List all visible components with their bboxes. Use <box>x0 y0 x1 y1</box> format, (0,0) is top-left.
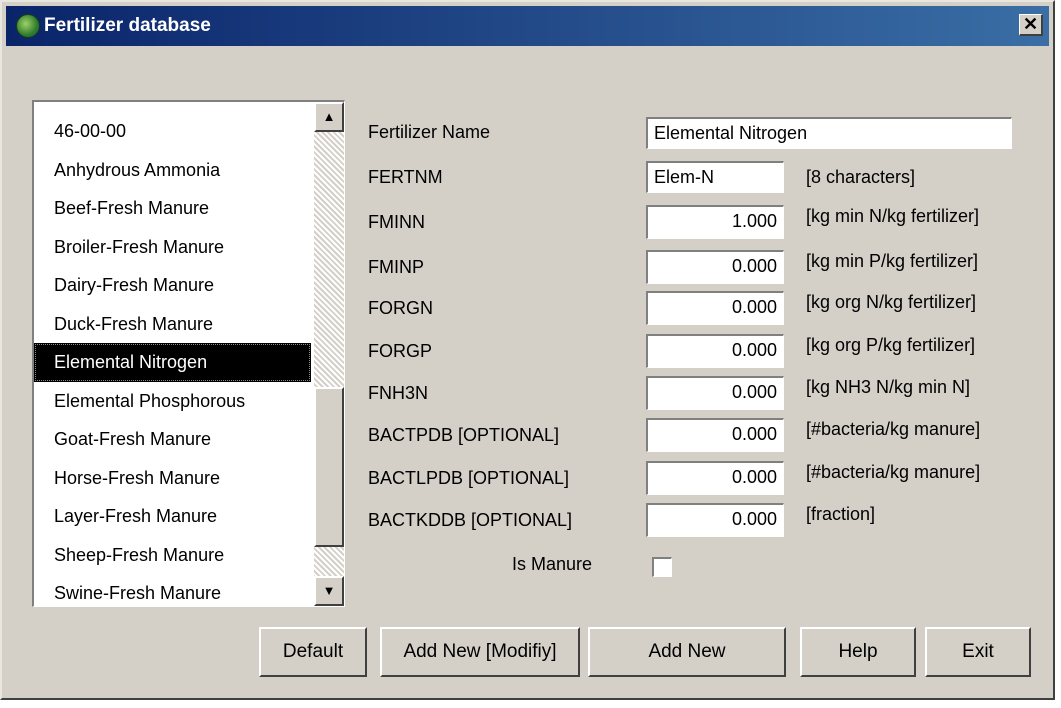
forgp-field[interactable]: 0.000 <box>646 334 784 368</box>
list-item[interactable]: 46-00-00 <box>34 112 311 151</box>
bactlpdb-unit: [#bacteria/kg manure] <box>806 462 981 482</box>
fnh3n-unit: [kg NH3 N/kg min N] <box>806 377 971 397</box>
list-item[interactable]: Layer-Fresh Manure <box>34 497 311 536</box>
list-item[interactable]: Elemental Phosphorous <box>34 382 311 421</box>
fertnm-unit: [8 characters] <box>806 167 916 187</box>
title-bar[interactable]: Fertilizer database ✕ <box>6 6 1049 46</box>
forgp-label: FORGP <box>368 341 433 361</box>
list-item[interactable]: Duck-Fresh Manure <box>34 305 311 344</box>
list-item[interactable]: Swine-Fresh Manure <box>34 574 311 606</box>
is-manure-checkbox[interactable] <box>652 557 672 577</box>
default-button[interactable]: Default <box>259 627 367 677</box>
bactpdb-label: BACTPDB [OPTIONAL] <box>368 425 560 445</box>
bactpdb-field[interactable]: 0.000 <box>646 418 784 452</box>
fertilizer-list: 46-00-00 Anhydrous Ammonia Beef-Fresh Manu… <box>34 112 311 606</box>
fminp-field[interactable]: 0.000 <box>646 250 784 284</box>
forgp-unit: [kg org P/kg fertilizer] <box>806 335 976 355</box>
bactlpdb-field[interactable]: 0.000 <box>646 461 784 495</box>
fertnm-field[interactable]: Elem-N <box>646 161 784 193</box>
list-item[interactable]: Elemental Nitrogen <box>34 343 311 382</box>
forgn-unit: [kg org N/kg fertilizer] <box>806 292 977 312</box>
fminp-unit: [kg min P/kg fertilizer] <box>806 251 979 271</box>
fertilizer-name-field[interactable]: Elemental Nitrogen <box>646 117 1012 149</box>
arrow-down-icon: ▼ <box>322 583 336 598</box>
fnh3n-field[interactable]: 0.000 <box>646 376 784 410</box>
forgn-label: FORGN <box>368 298 433 318</box>
bactkddb-field[interactable]: 0.000 <box>646 503 784 537</box>
list-item[interactable]: Anhydrous Ammonia <box>34 151 311 190</box>
scroll-thumb[interactable] <box>314 387 344 547</box>
add-new-modify-button[interactable]: Add New [Modifiy] <box>380 627 580 677</box>
fminp-label: FMINP <box>368 257 424 277</box>
close-icon: ✕ <box>1022 14 1039 34</box>
fminn-field[interactable]: 1.000 <box>646 205 784 239</box>
help-button[interactable]: Help <box>800 627 916 677</box>
is-manure-label: Is Manure <box>512 554 593 574</box>
close-button[interactable]: ✕ <box>1019 14 1043 36</box>
scroll-down-button[interactable]: ▼ <box>314 576 344 606</box>
list-item[interactable]: Broiler-Fresh Manure <box>34 228 311 267</box>
scroll-up-button[interactable]: ▲ <box>314 102 344 132</box>
fminn-label: FMINN <box>368 212 425 232</box>
bactkddb-label: BACTKDDB [OPTIONAL] <box>368 510 573 530</box>
list-item[interactable]: Horse-Fresh Manure <box>34 459 311 498</box>
fertnm-label: FERTNM <box>368 167 443 187</box>
forgn-field[interactable]: 0.000 <box>646 291 784 325</box>
list-item[interactable]: Dairy-Fresh Manure <box>34 266 311 305</box>
list-item[interactable]: Beef-Fresh Manure <box>34 189 311 228</box>
list-item[interactable]: Sheep-Fresh Manure <box>34 536 311 575</box>
window-title: Fertilizer database <box>44 15 211 36</box>
list-item[interactable]: Goat-Fresh Manure <box>34 420 311 459</box>
bactlpdb-label: BACTLPDB [OPTIONAL] <box>368 468 570 488</box>
fnh3n-label: FNH3N <box>368 383 429 403</box>
fertilizer-name-label: Fertilizer Name <box>368 122 491 142</box>
fminn-unit: [kg min N/kg fertilizer] <box>806 206 980 226</box>
fertilizer-listbox[interactable]: 46-00-00 Anhydrous Ammonia Beef-Fresh Manu… <box>32 100 345 607</box>
add-new-button[interactable]: Add New <box>588 627 786 677</box>
arrow-up-icon: ▲ <box>322 109 336 124</box>
globe-icon <box>16 14 40 38</box>
bactkddb-unit: [fraction] <box>806 504 876 524</box>
list-scrollbar[interactable]: ▲ ▼ <box>314 102 344 606</box>
bactpdb-unit: [#bacteria/kg manure] <box>806 419 981 439</box>
exit-button[interactable]: Exit <box>925 627 1031 677</box>
